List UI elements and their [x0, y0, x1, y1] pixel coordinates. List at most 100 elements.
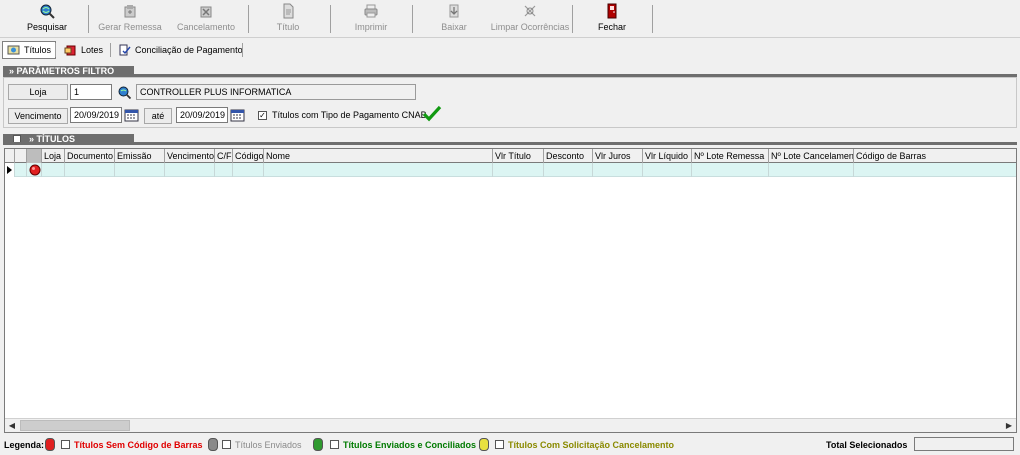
cancel-batch-icon: [200, 6, 212, 18]
row-cell: [233, 163, 264, 177]
toolbar-separator: [652, 5, 653, 33]
loja-label: Loja: [8, 84, 68, 100]
legend-cancelamento: Títulos Com Solicitação Cancelamento: [508, 440, 675, 450]
row-cell: [692, 163, 769, 177]
calendar-icon[interactable]: [230, 108, 245, 122]
yellow-led-icon: [479, 438, 489, 451]
calendar-icon[interactable]: [124, 108, 139, 122]
tab-lotes[interactable]: Lotes: [60, 41, 107, 59]
col-nome[interactable]: Nome: [264, 149, 493, 163]
col-indicator: [5, 149, 15, 163]
col-status[interactable]: [27, 149, 42, 163]
vencimento-label: Vencimento: [8, 108, 68, 124]
download-icon: [449, 4, 459, 18]
row-cell: [593, 163, 643, 177]
col-select[interactable]: [15, 149, 27, 163]
filter-sem-codigo-checkbox[interactable]: [61, 440, 70, 449]
document-icon: [283, 3, 294, 19]
tab-separator: [110, 43, 111, 57]
cnab-label: Títulos com Tipo de Pagamento CNAB: [272, 110, 427, 120]
row-indicator: [5, 163, 15, 177]
col-vencimento[interactable]: Vencimento: [165, 149, 215, 163]
col-vlr-liquido[interactable]: Vlr Líquido: [643, 149, 692, 163]
col-lote-cancelamento[interactable]: Nº Lote Cancelamento: [769, 149, 854, 163]
tab-separator: [242, 43, 243, 57]
filter-enviados-checkbox[interactable]: [222, 440, 231, 449]
filter-cancelamento-checkbox[interactable]: [495, 440, 504, 449]
generate-batch-icon: [124, 5, 136, 18]
clear-occurrences-button[interactable]: Limpar Ocorrências: [491, 3, 569, 35]
grid-header: Loja Documento Emissão Vencimento C/F Có…: [5, 149, 1016, 163]
red-status-icon: [29, 164, 41, 176]
scroll-thumb[interactable]: [20, 420, 130, 431]
row-cell: [264, 163, 493, 177]
red-led-icon: [45, 438, 55, 451]
row-cell: [65, 163, 115, 177]
col-desconto[interactable]: Desconto: [544, 149, 593, 163]
printer-icon: [364, 4, 378, 18]
date-from-input[interactable]: 20/09/2019: [70, 107, 122, 123]
row-cell: [854, 163, 1016, 177]
cancel-remessa-button[interactable]: Cancelamento: [176, 3, 236, 35]
search-button[interactable]: Pesquisar: [22, 3, 72, 35]
tab-titulos[interactable]: Títulos: [2, 41, 57, 59]
toolbar-separator: [248, 5, 249, 33]
search-globe-icon[interactable]: [118, 86, 131, 99]
batches-icon: [64, 45, 76, 56]
col-vlr-juros[interactable]: Vlr Juros: [593, 149, 643, 163]
scroll-left-icon[interactable]: ◀: [5, 419, 19, 432]
col-loja[interactable]: Loja: [42, 149, 65, 163]
titulo-button[interactable]: Título: [268, 3, 308, 35]
col-documento[interactable]: Documento: [65, 149, 115, 163]
total-selected-label: Total Selecionados: [826, 440, 908, 450]
baixar-button[interactable]: Baixar: [434, 3, 474, 35]
grid-section-line: [3, 142, 1017, 145]
col-emissao[interactable]: Emissão: [115, 149, 165, 163]
ate-label: até: [144, 108, 172, 124]
horizontal-scrollbar[interactable]: ◀ ▶: [5, 418, 1016, 432]
green-led-icon: [313, 438, 323, 451]
titles-grid: Loja Documento Emissão Vencimento C/F Có…: [4, 148, 1017, 433]
col-codigo-barras[interactable]: Código de Barras: [854, 149, 1016, 163]
clear-icon: [524, 5, 536, 17]
exit-door-icon: [607, 3, 617, 19]
confirm-check-icon[interactable]: [422, 104, 442, 122]
toolbar-separator: [330, 5, 331, 33]
legend-bar: Legenda: Títulos Sem Código de Barras Tí…: [0, 436, 1020, 455]
row-select-cell[interactable]: [15, 163, 27, 177]
cnab-checkbox[interactable]: ✓: [258, 111, 267, 120]
close-button[interactable]: Fechar: [592, 3, 632, 35]
reconcile-icon: [119, 44, 131, 56]
generate-remessa-button[interactable]: Gerar Remessa: [98, 3, 162, 35]
col-cf[interactable]: C/F: [215, 149, 233, 163]
print-button[interactable]: Imprimir: [350, 3, 392, 35]
toolbar-separator: [88, 5, 89, 33]
row-cell: [769, 163, 854, 177]
date-to-input[interactable]: 20/09/2019: [176, 107, 228, 123]
gray-led-icon: [208, 438, 218, 451]
row-cell: [215, 163, 233, 177]
col-vlr-titulo[interactable]: Vlr Título: [493, 149, 544, 163]
legend-enviados: Títulos Enviados: [235, 440, 302, 450]
search-globe-icon: [40, 4, 55, 19]
app-window: Pesquisar Gerar Remessa Cancelamento Tít…: [0, 0, 1020, 455]
legend-sem-codigo: Títulos Sem Código de Barras: [74, 440, 203, 450]
table-row[interactable]: [5, 163, 1016, 177]
row-cell: [643, 163, 692, 177]
row-status-cell: [27, 163, 42, 177]
tab-separator: [55, 43, 56, 57]
filter-conciliados-checkbox[interactable]: [330, 440, 339, 449]
row-cell: [165, 163, 215, 177]
scroll-right-icon[interactable]: ▶: [1002, 419, 1016, 432]
total-selected-field: [914, 437, 1014, 451]
row-cell: [42, 163, 65, 177]
loja-input[interactable]: 1: [70, 84, 112, 100]
toolbar-separator: [572, 5, 573, 33]
col-codigo[interactable]: Código: [233, 149, 264, 163]
titles-icon: [7, 45, 20, 55]
col-lote-remessa[interactable]: Nº Lote Remessa: [692, 149, 769, 163]
tab-conciliacao[interactable]: Conciliação de Pagamento: [114, 41, 247, 59]
row-cell: [493, 163, 544, 177]
toolbar-separator: [412, 5, 413, 33]
legend-label: Legenda:: [4, 440, 45, 450]
